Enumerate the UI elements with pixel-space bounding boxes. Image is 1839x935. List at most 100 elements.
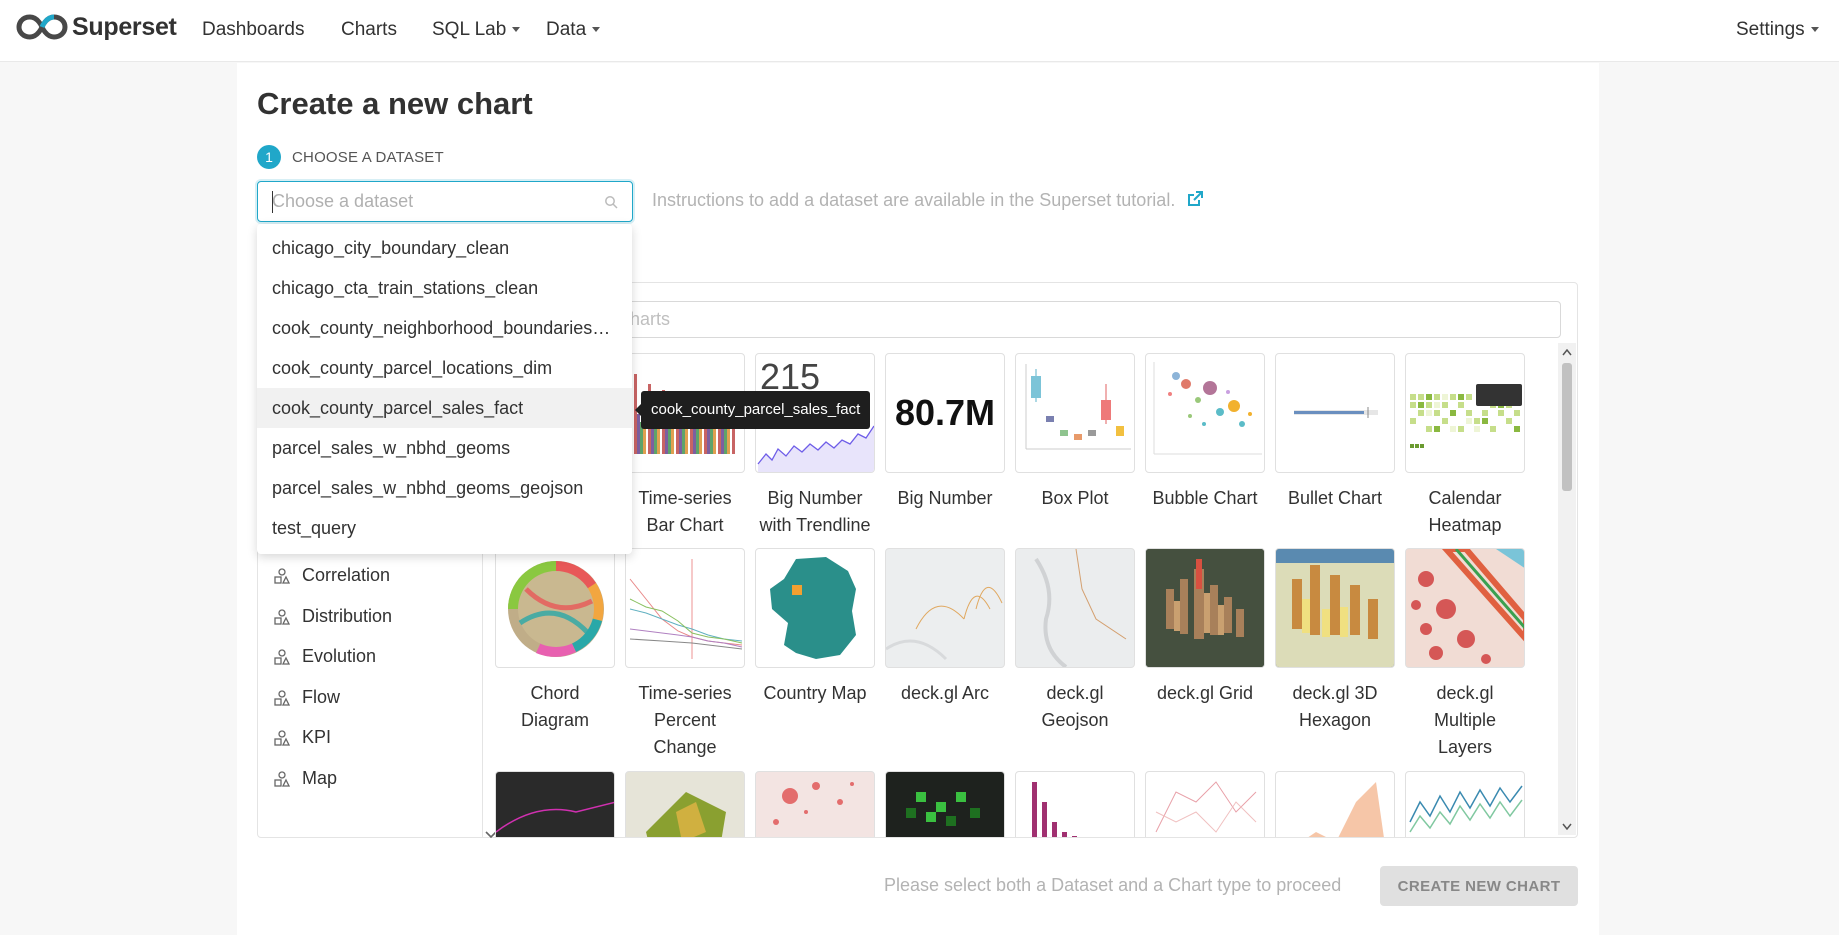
create-new-chart-button[interactable]: CREATE NEW CHART bbox=[1380, 866, 1578, 906]
chart-tile-label: Time-series Percent Change bbox=[638, 683, 732, 757]
dataset-search-input[interactable] bbox=[272, 191, 592, 212]
nav-charts-label: Charts bbox=[341, 19, 397, 40]
chart-tile-row3-1[interactable] bbox=[495, 771, 615, 837]
category-kpi[interactable]: KPI bbox=[274, 727, 331, 748]
chart-tile-label: Bubble Chart bbox=[1152, 488, 1258, 508]
chart-tile-label: Calendar Heatmap bbox=[1428, 488, 1502, 535]
nav-settings[interactable]: Settings bbox=[1736, 19, 1819, 41]
external-link-icon[interactable] bbox=[1186, 190, 1204, 208]
category-flow[interactable]: Flow bbox=[274, 687, 340, 708]
category-icon bbox=[274, 608, 290, 625]
chart-tile-row3-7[interactable] bbox=[1275, 771, 1395, 837]
chart-tile-row3-3[interactable] bbox=[755, 771, 875, 837]
dataset-option[interactable]: cook_county_neighborhood_boundaries… bbox=[257, 308, 632, 348]
dataset-option[interactable]: parcel_sales_w_nbhd_geoms_geojson bbox=[257, 468, 632, 508]
chart-tile-row3-2[interactable] bbox=[625, 771, 745, 837]
chart-thumbnail bbox=[1275, 771, 1395, 837]
chart-thumbnail bbox=[1145, 548, 1265, 668]
category-icon bbox=[274, 689, 290, 706]
dataset-select[interactable] bbox=[257, 181, 633, 222]
chart-tile-country-map[interactable]: Country Map bbox=[755, 548, 875, 707]
chart-grid-scrollbar[interactable] bbox=[1558, 343, 1576, 835]
category-label: Flow bbox=[302, 687, 341, 707]
chart-thumbnail bbox=[495, 771, 615, 837]
big-number-value: 80.7M bbox=[894, 392, 996, 433]
chart-tile-deckgl-3d-hexagon[interactable]: deck.gl 3D Hexagon bbox=[1275, 548, 1395, 734]
chart-tile-label: Country Map bbox=[763, 683, 867, 703]
chart-thumbnail bbox=[625, 771, 745, 837]
caret-down-icon bbox=[512, 27, 521, 33]
line-chart-thumbnail-icon bbox=[1155, 781, 1257, 833]
dataset-option[interactable]: chicago_city_boundary_clean bbox=[257, 228, 632, 268]
chart-tile-row3-4[interactable] bbox=[885, 771, 1005, 837]
dataset-option[interactable]: chicago_cta_train_stations_clean bbox=[257, 268, 632, 308]
chart-tile-deckgl-arc[interactable]: deck.gl Arc bbox=[885, 548, 1005, 707]
chart-tile-label: Box Plot bbox=[1041, 488, 1109, 508]
category-correlation[interactable]: Correlation bbox=[274, 565, 390, 586]
chart-tile-big-number-trendline[interactable]: 215 Big Number with Trendline bbox=[755, 353, 875, 539]
superset-logo[interactable]: Superset bbox=[16, 12, 177, 42]
dataset-option-hovered[interactable]: cook_county_parcel_sales_fact bbox=[257, 388, 632, 428]
arc-map-thumbnail-icon bbox=[886, 587, 1003, 661]
chart-tile-row3-6[interactable] bbox=[1145, 771, 1265, 837]
brand-name: Superset bbox=[72, 12, 177, 41]
histogram-thumbnail-icon bbox=[1032, 782, 1077, 837]
chart-thumbnail bbox=[755, 548, 875, 668]
chart-tile-label: deck.gl Geojson bbox=[1041, 683, 1109, 730]
country-map-thumbnail-icon bbox=[770, 557, 856, 659]
dataset-instructions: Instructions to add a dataset are availa… bbox=[652, 190, 1204, 211]
hexagon-map-thumbnail-icon bbox=[1276, 549, 1394, 667]
nav-sql-lab[interactable]: SQL Lab bbox=[432, 19, 521, 41]
path-map-thumbnail-icon bbox=[496, 801, 614, 833]
chart-tile-label: deck.gl Grid bbox=[1156, 683, 1254, 703]
chart-tile-chord-diagram[interactable]: Chord Diagram bbox=[495, 548, 615, 734]
chart-thumbnail bbox=[885, 548, 1005, 668]
chart-tile-big-number[interactable]: 80.7M Big Number bbox=[885, 353, 1005, 512]
geojson-map-thumbnail-icon bbox=[1034, 549, 1127, 667]
chart-tile-label: Chord Diagram bbox=[520, 683, 590, 730]
nav-charts[interactable]: Charts bbox=[341, 19, 397, 41]
grid-map-thumbnail-icon bbox=[1146, 549, 1264, 667]
category-evolution[interactable]: Evolution bbox=[274, 646, 376, 667]
scrollbar-thumb[interactable] bbox=[1562, 363, 1572, 491]
chart-search-input[interactable]: charts bbox=[516, 301, 1561, 338]
chart-tile-calendar-heatmap[interactable]: Calendar Heatmap bbox=[1405, 353, 1525, 539]
dataset-option[interactable]: parcel_sales_w_nbhd_geoms bbox=[257, 428, 632, 468]
chart-tile-row3-8[interactable] bbox=[1405, 771, 1525, 837]
chart-tile-label: deck.gl 3D Hexagon bbox=[1292, 683, 1378, 730]
chart-tile-label: Big Number bbox=[897, 488, 993, 508]
chart-tile-label: Bullet Chart bbox=[1287, 488, 1383, 508]
chart-tile-deckgl-geojson[interactable]: deck.gl Geojson bbox=[1015, 548, 1135, 734]
category-map[interactable]: Map bbox=[274, 768, 337, 789]
dataset-option[interactable]: cook_county_parcel_locations_dim bbox=[257, 348, 632, 388]
chart-thumbnail bbox=[1015, 771, 1135, 837]
category-icon bbox=[274, 770, 290, 787]
screengrid-map-thumbnail-icon bbox=[906, 792, 980, 826]
category-distribution[interactable]: Distribution bbox=[274, 606, 392, 627]
chart-tile-deckgl-grid[interactable]: deck.gl Grid bbox=[1145, 548, 1265, 707]
scroll-down-icon[interactable] bbox=[1562, 823, 1572, 830]
step-number-badge: 1 bbox=[257, 145, 281, 169]
chart-tile-box-plot[interactable]: Box Plot bbox=[1015, 353, 1135, 512]
top-navbar: Superset Dashboards Charts SQL Lab Data … bbox=[0, 0, 1839, 62]
chart-thumbnail bbox=[1405, 771, 1525, 837]
scroll-up-icon[interactable] bbox=[1562, 349, 1572, 356]
chart-thumbnail: 80.7M bbox=[885, 353, 1005, 473]
chart-tile-row3-5[interactable] bbox=[1015, 771, 1135, 837]
dataset-option[interactable]: test_query bbox=[257, 508, 632, 548]
chart-tile-bullet[interactable]: Bullet Chart bbox=[1275, 353, 1395, 512]
chart-thumbnail bbox=[755, 771, 875, 837]
chart-tile-label: deck.gl Multiple Layers bbox=[1433, 683, 1497, 757]
chart-tile-bubble[interactable]: Bubble Chart bbox=[1145, 353, 1265, 512]
dataset-dropdown: chicago_city_boundary_clean chicago_cta_… bbox=[257, 224, 632, 554]
nav-sql-lab-label: SQL Lab bbox=[432, 19, 507, 40]
chart-tile-deckgl-multiple-layers[interactable]: deck.gl Multiple Layers bbox=[1405, 548, 1525, 761]
chart-tile-time-series-bar[interactable]: Time-series Bar Chart bbox=[625, 353, 745, 539]
box-plot-thumbnail-icon bbox=[1025, 364, 1131, 450]
chart-tile-percent-change[interactable]: Time-series Percent Change bbox=[625, 548, 745, 761]
chart-thumbnail bbox=[1405, 353, 1525, 473]
nav-data[interactable]: Data bbox=[546, 19, 601, 41]
caret-down-icon bbox=[1810, 27, 1819, 33]
nav-dashboards[interactable]: Dashboards bbox=[202, 19, 304, 41]
instructions-text: Instructions to add a dataset are availa… bbox=[652, 190, 1176, 210]
